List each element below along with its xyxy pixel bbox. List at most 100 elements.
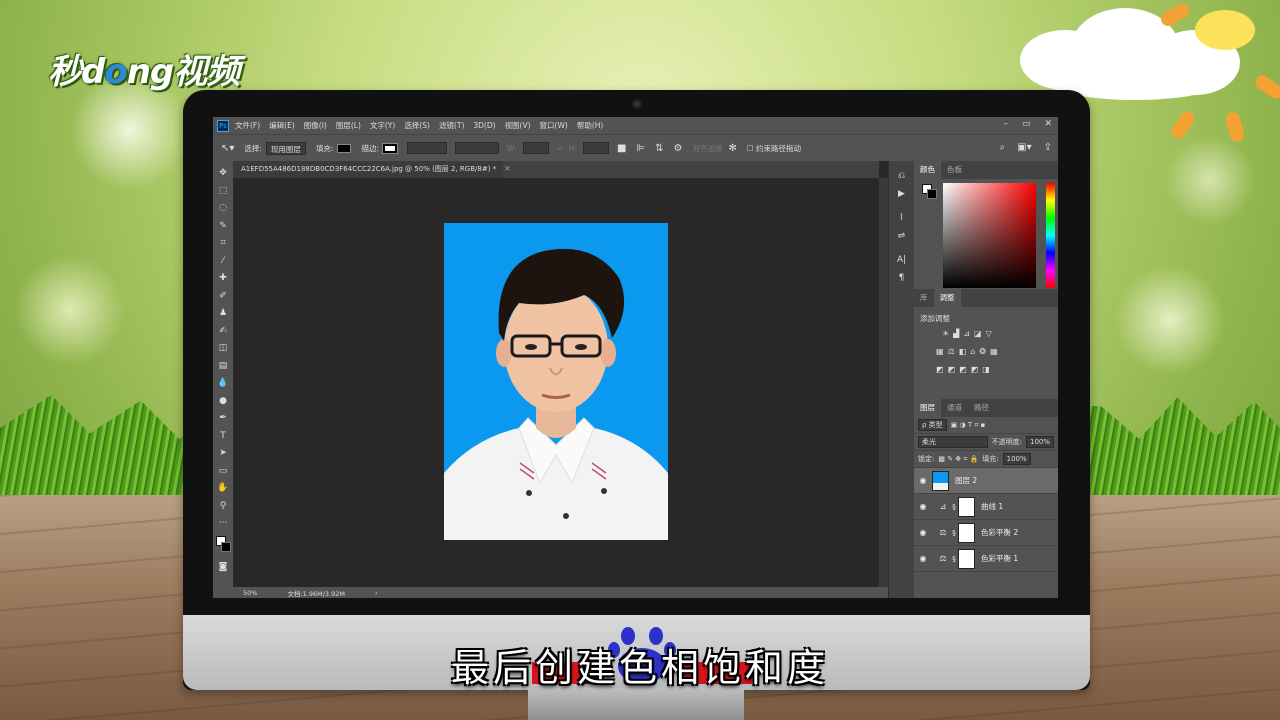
settings-icon[interactable]: ✻ — [728, 143, 736, 154]
tab-color[interactable]: 颜色 — [914, 161, 941, 179]
menu-file[interactable]: 文件(F) — [235, 120, 260, 131]
gradient-map-icon[interactable]: ◩ — [971, 365, 979, 374]
width-field[interactable] — [522, 142, 549, 154]
actions-play-icon[interactable]: ▶ — [889, 185, 914, 203]
blur-tool-icon[interactable]: 💧 — [213, 375, 233, 393]
visibility-eye-icon[interactable]: ◉ — [914, 476, 932, 485]
menu-view[interactable]: 视图(V) — [505, 120, 531, 131]
color-balance-icon[interactable]: ⚖ — [948, 347, 955, 356]
quick-mask-icon[interactable]: ◙ — [213, 559, 233, 577]
path-alignment-icon[interactable]: ⊫ — [636, 143, 645, 154]
chain-link-icon[interactable]: § — [950, 503, 958, 511]
opacity-field[interactable]: 100% — [1025, 436, 1054, 448]
paragraph-icon[interactable]: ¶ — [889, 269, 914, 287]
hue-slider[interactable] — [1046, 183, 1055, 288]
tab-layers[interactable]: 图层 — [914, 399, 941, 417]
stroke-type-field[interactable] — [455, 142, 499, 154]
link-icon[interactable]: ∞ — [557, 144, 563, 153]
menu-window[interactable]: 窗口(W) — [540, 120, 568, 131]
lock-icons[interactable]: ▩ ✎ ✥ ⌗ 🔒 — [938, 455, 978, 464]
hand-tool-icon[interactable]: ✋ — [213, 480, 233, 498]
share-icon[interactable]: ⇪ — [1044, 142, 1052, 153]
status-arrow[interactable]: › — [375, 589, 378, 597]
close-tab-icon[interactable]: ✕ — [504, 165, 510, 173]
eraser-tool-icon[interactable]: ◫ — [213, 340, 233, 358]
crop-tool-icon[interactable]: ⌗ — [213, 235, 233, 253]
color-picker-field[interactable] — [943, 183, 1036, 288]
path-arrangement-icon[interactable]: ⇅ — [655, 143, 663, 154]
history-brush-icon[interactable]: ✍ — [213, 323, 233, 341]
visibility-eye-icon[interactable]: ◉ — [914, 528, 932, 537]
photo-filter-icon[interactable]: ⌂ — [970, 347, 975, 356]
layer-row[interactable]: ◉ ⊿ § 曲线 1 — [914, 494, 1058, 520]
color-lookup-icon[interactable]: ▦ — [990, 347, 998, 356]
eyedropper-tool-icon[interactable]: ⁄ — [213, 253, 233, 271]
channel-mixer-icon[interactable]: ❂ — [979, 347, 986, 356]
posterize-icon[interactable]: ◩ — [948, 365, 956, 374]
height-field[interactable] — [582, 142, 609, 154]
fill-field[interactable]: 100% — [1002, 453, 1031, 465]
healing-brush-icon[interactable]: ✚ — [213, 270, 233, 288]
align-edges-checkbox[interactable]: 对齐边缘 — [692, 143, 722, 154]
zoom-level[interactable]: 50% — [243, 589, 257, 597]
tab-adjustments[interactable]: 调整 — [933, 289, 961, 307]
properties-icon[interactable]: ⇌ — [889, 227, 914, 245]
chain-link-icon[interactable]: § — [950, 555, 958, 563]
visibility-eye-icon[interactable]: ◉ — [914, 554, 932, 563]
vibrance-icon[interactable]: ▽ — [986, 329, 992, 338]
lasso-tool-icon[interactable]: ◌ — [213, 200, 233, 218]
menu-layer[interactable]: 图层(L) — [336, 120, 361, 131]
maximize-button[interactable]: ▭ — [1022, 119, 1031, 129]
dodge-tool-icon[interactable]: ● — [213, 393, 233, 411]
curves-icon[interactable]: ⊿ — [963, 329, 970, 338]
character-icon[interactable]: A| — [889, 251, 914, 269]
panel-background-color[interactable] — [927, 189, 937, 199]
stroke-swatch[interactable] — [382, 142, 398, 154]
tab-libraries[interactable]: 库 — [914, 289, 934, 307]
menu-3d[interactable]: 3D(D) — [473, 121, 495, 130]
move-tool-preset-icon[interactable]: ↖▾ — [221, 143, 234, 154]
exposure-icon[interactable]: ◪ — [974, 329, 982, 338]
invert-icon[interactable]: ◩ — [936, 365, 944, 374]
tab-paths[interactable]: 路径 — [968, 399, 995, 417]
hue-saturation-icon[interactable]: ▦ — [936, 347, 944, 356]
clone-stamp-icon[interactable]: ♟ — [213, 305, 233, 323]
search-icon[interactable]: ⌕ — [1000, 142, 1006, 153]
document-tab[interactable]: A1EFD55A486D188DB0CD3F64CCC22C6A.jpg @ 5… — [233, 161, 510, 178]
menu-filter[interactable]: 滤镜(T) — [439, 120, 464, 131]
canvas-scrollbar[interactable] — [879, 178, 888, 587]
chain-link-icon[interactable]: § — [950, 529, 958, 537]
gradient-tool-icon[interactable]: ▤ — [213, 358, 233, 376]
black-white-icon[interactable]: ◧ — [959, 347, 967, 356]
menu-type[interactable]: 文字(Y) — [370, 120, 395, 131]
blend-mode-dropdown[interactable]: 柔光 — [918, 436, 988, 448]
levels-icon[interactable]: ▟ — [953, 329, 959, 338]
shape-tool-icon[interactable]: ▭ — [213, 463, 233, 481]
zoom-tool-icon[interactable]: ⚲ — [213, 498, 233, 516]
fill-swatch[interactable] — [337, 143, 352, 153]
selective-color-icon[interactable]: ◨ — [982, 365, 990, 374]
menu-select[interactable]: 选择(S) — [404, 120, 430, 131]
filter-icons[interactable]: ▣ ◑ T ⌗ ▪ — [951, 421, 986, 430]
path-operations-icon[interactable]: ■ — [617, 143, 626, 154]
move-tool-icon[interactable]: ✥ — [213, 165, 233, 183]
menu-edit[interactable]: 编辑(E) — [269, 120, 295, 131]
brush-tool-icon[interactable]: ✐ — [213, 288, 233, 306]
brush-settings-icon[interactable]: ⌇ — [889, 209, 914, 227]
tab-channels[interactable]: 通道 — [941, 399, 968, 417]
constrain-path-checkbox[interactable]: ☐ 约束路径拖动 — [747, 143, 801, 154]
close-window-button[interactable]: ✕ — [1044, 119, 1052, 129]
tab-swatches[interactable]: 色板 — [941, 161, 968, 179]
history-icon[interactable]: ⎌ — [889, 167, 914, 185]
type-tool-icon[interactable]: T — [213, 428, 233, 446]
layer-row[interactable]: ◉ ⚖ § 色彩平衡 2 — [914, 520, 1058, 546]
minimize-button[interactable]: – — [1003, 119, 1008, 129]
menu-help[interactable]: 帮助(H) — [577, 120, 604, 131]
more-tools-icon[interactable]: ··· — [213, 515, 233, 533]
canvas-area[interactable] — [233, 178, 879, 587]
stroke-width-field[interactable] — [407, 142, 447, 154]
gear-icon[interactable]: ⚙ — [674, 143, 683, 154]
color-swatches[interactable] — [213, 533, 233, 559]
visibility-eye-icon[interactable]: ◉ — [914, 502, 932, 511]
threshold-icon[interactable]: ◩ — [959, 365, 967, 374]
